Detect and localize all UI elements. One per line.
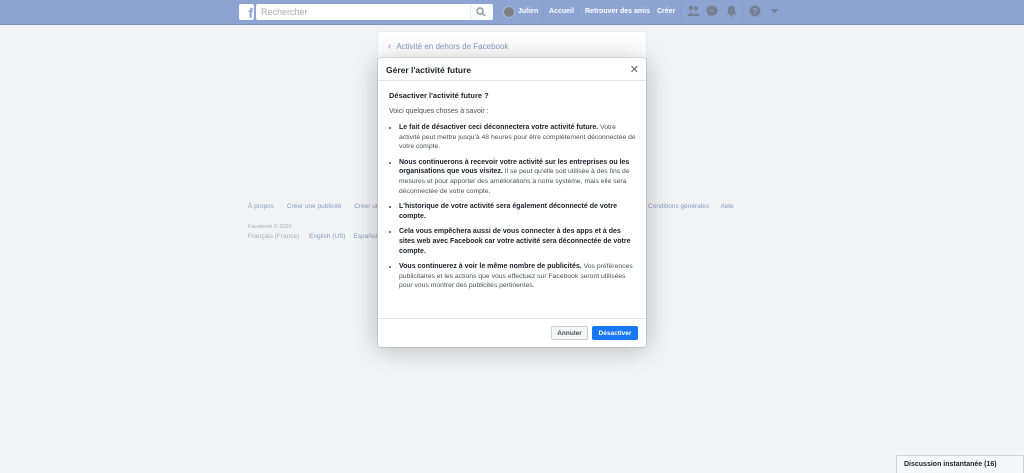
close-icon[interactable]: ✕	[630, 63, 639, 76]
list-item-bold: L'historique de votre activité sera égal…	[399, 203, 617, 220]
deactivate-button[interactable]: Désactiver	[592, 326, 638, 340]
dialog-body: Désactiver l'activité future ? Voici que…	[378, 81, 646, 291]
dialog-intro: Voici quelques choses à savoir :	[389, 108, 489, 115]
dialog-title: Gérer l'activité future	[386, 65, 472, 75]
list-item-bold: Le fait de désactiver ceci déconnectera …	[399, 124, 599, 131]
chat-label: Discussion instantanée (16)	[904, 461, 997, 468]
list-item-bold: Cela vous empêchera aussi de vous connec…	[399, 228, 631, 255]
dialog-question: Désactiver l'activité future ?	[389, 91, 489, 100]
list-item: Vous continuerez à voir le même nombre d…	[399, 262, 636, 291]
chat-tab[interactable]: Discussion instantanée (16)	[896, 455, 1024, 473]
dialog-header: Gérer l'activité future ✕	[378, 58, 646, 81]
dialog-footer: Annuler Désactiver	[378, 318, 646, 347]
cancel-button[interactable]: Annuler	[551, 326, 588, 340]
list-item: Le fait de désactiver ceci déconnectera …	[399, 123, 636, 152]
list-item: Nous continuerons à recevoir votre activ…	[399, 158, 636, 196]
list-item-bold: Vous continuerez à voir le même nombre d…	[399, 263, 582, 271]
manage-future-activity-dialog: Gérer l'activité future ✕ Désactiver l'a…	[378, 58, 646, 347]
list-item: Cela vous empêchera aussi de vous connec…	[399, 227, 636, 256]
list-item: L'historique de votre activité sera égal…	[399, 202, 636, 221]
info-list: Le fait de désactiver ceci déconnectera …	[389, 123, 636, 291]
